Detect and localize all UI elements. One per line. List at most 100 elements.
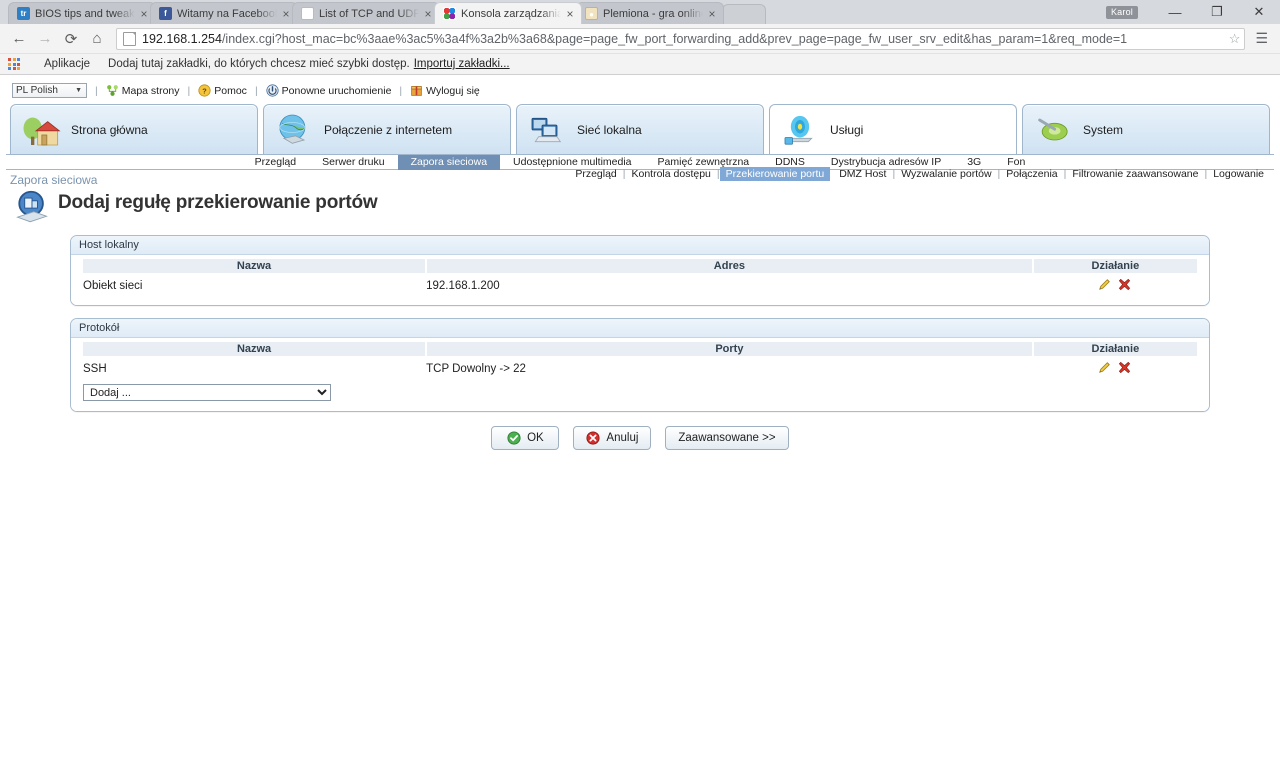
delete-x-icon[interactable] <box>1117 360 1132 375</box>
main-tab-lan[interactable]: Sieć lokalna <box>516 104 764 154</box>
minimize-icon[interactable]: — <box>1154 0 1196 24</box>
tab-title: Witamy na Facebooku. Za <box>177 7 279 20</box>
cancel-x-icon <box>586 431 600 445</box>
tab-close-icon[interactable]: × <box>137 8 151 20</box>
bookmarks-hint: Dodaj tutaj zakładki, do których chcesz … <box>108 58 410 70</box>
user-badge[interactable]: Karol <box>1105 5 1138 19</box>
main-tab-label: Strona główna <box>71 122 148 137</box>
main-tab-internet[interactable]: Połączenie z internetem <box>263 104 511 154</box>
main-tab-home[interactable]: Strona główna <box>10 104 258 154</box>
plemiona-icon: ● <box>585 7 598 20</box>
cell-name: Obiekt sieci <box>83 280 143 292</box>
restart-link[interactable]: Ponowne uruchomienie <box>266 84 391 97</box>
page-title: Dodaj regułę przekierowanie portów <box>58 192 378 213</box>
subnav-item-serwer-druku[interactable]: Serwer druku <box>309 155 397 170</box>
cell-ports: TCP Dowolny -> 22 <box>426 363 526 375</box>
table-row-add: Dodaj ... <box>83 380 1197 403</box>
url-path: /index.cgi?host_mac=bc%3aae%3ac5%3a4f%3a… <box>221 31 1128 46</box>
col-nazwa: Nazwa <box>83 342 428 356</box>
panel-body: Nazwa Adres Działanie Obiekt sieci 192.1… <box>71 255 1209 305</box>
main-tab-label: Sieć lokalna <box>577 122 642 137</box>
fwnav-przeglad[interactable]: Przegląd <box>569 167 622 181</box>
panel-heading: Host lokalny <box>71 236 1209 255</box>
apps-shortcut[interactable] <box>8 58 26 70</box>
tab-close-icon[interactable]: × <box>421 8 435 20</box>
sitemap-icon <box>106 85 118 96</box>
logout-link[interactable]: Wyloguj się <box>410 84 480 97</box>
router-utility-bar: PL Polish ▼ | Mapa strony | ? Pomoc | Po… <box>0 75 1280 102</box>
main-tab-services[interactable]: Usługi <box>769 104 1017 154</box>
fwnav-kontrola-dostepu[interactable]: Kontrola dostępu <box>626 167 717 181</box>
restart-icon <box>266 84 279 97</box>
sitemap-label: Mapa strony <box>121 84 180 97</box>
home-icon[interactable]: ⌂ <box>84 26 110 52</box>
help-label: Pomoc <box>214 84 247 97</box>
fwnav-filtrowanie-zaawansowane[interactable]: Filtrowanie zaawansowane <box>1066 167 1204 181</box>
subnav-item-przeglad[interactable]: Przegląd <box>242 155 309 170</box>
maximize-icon[interactable]: ❐ <box>1196 0 1238 24</box>
ok-label: OK <box>527 432 544 444</box>
fwnav-przekierowanie-portu[interactable]: Przekierowanie portu <box>719 167 831 181</box>
col-porty: Porty <box>426 342 1034 356</box>
tab-title: BIOS tips and tweaks for <box>35 7 137 20</box>
system-icon <box>1038 118 1068 140</box>
firewall-icon <box>16 190 48 223</box>
advanced-label: Zaawansowane >> <box>678 432 776 444</box>
fwnav-polaczenia[interactable]: Połączenia <box>1000 167 1063 181</box>
panel-host-lokalny: Host lokalny Nazwa Adres Działanie Obiek… <box>70 235 1210 306</box>
advanced-button[interactable]: Zaawansowane >> <box>665 426 789 450</box>
fwnav-dmz-host[interactable]: DMZ Host <box>833 167 892 181</box>
panel-heading: Protokół <box>71 319 1209 338</box>
language-selector[interactable]: PL Polish ▼ <box>12 83 87 98</box>
import-bookmarks-link[interactable]: Importuj zakładki... <box>414 58 510 70</box>
forward-icon[interactable]: → <box>32 26 58 52</box>
bookmarks-bar: Aplikacje Dodaj tutaj zakładki, do który… <box>0 54 1280 75</box>
divider: | <box>95 84 98 97</box>
tab-close-icon[interactable]: × <box>279 8 293 20</box>
row-actions <box>1097 277 1132 292</box>
browser-tab-3[interactable]: Konsola zarządzania NETI × <box>434 2 582 24</box>
router-content: Host lokalny Nazwa Adres Działanie Obiek… <box>0 235 1280 450</box>
protocol-table: Nazwa Porty Działanie SSH TCP Dowolny ->… <box>83 342 1197 403</box>
home-icon <box>23 117 61 145</box>
apps-label[interactable]: Aplikacje <box>44 58 90 70</box>
browser-tab-1[interactable]: f Witamy na Facebooku. Za × <box>150 2 298 24</box>
bookmark-star-icon[interactable]: ☆ <box>1229 31 1241 47</box>
table-row: Obiekt sieci 192.168.1.200 <box>83 273 1197 297</box>
browser-tab-0[interactable]: tr BIOS tips and tweaks for × <box>8 2 156 24</box>
logout-icon <box>411 86 422 96</box>
help-link[interactable]: ? Pomoc <box>198 84 247 97</box>
chevron-down-icon: ▼ <box>75 87 82 94</box>
back-icon[interactable]: ← <box>6 26 32 52</box>
tab-title: List of TCP and UDP port <box>319 7 421 20</box>
browser-tab-2[interactable]: W List of TCP and UDP port × <box>292 2 440 24</box>
edit-pencil-icon[interactable] <box>1097 277 1112 292</box>
sitemap-link[interactable]: Mapa strony <box>106 84 180 97</box>
window-controls: Karol — ❐ ✕ <box>1105 0 1280 24</box>
delete-x-icon[interactable] <box>1117 277 1132 292</box>
menu-icon[interactable]: ☰ <box>1249 30 1274 47</box>
browser-tabstrip: tr BIOS tips and tweaks for × f Witamy n… <box>0 0 1280 24</box>
tab-close-icon[interactable]: × <box>705 8 719 20</box>
cancel-button[interactable]: Anuluj <box>573 426 652 450</box>
main-tab-system[interactable]: System <box>1022 104 1270 154</box>
main-tab-label: System <box>1083 122 1124 137</box>
subnav-item-zapora-sieciowa[interactable]: Zapora sieciowa <box>397 154 501 170</box>
browser-tab-4[interactable]: ● Plemiona - gra online × <box>576 2 724 24</box>
new-tab-button[interactable] <box>722 4 766 24</box>
tab-close-icon[interactable]: × <box>563 8 577 20</box>
ok-button[interactable]: OK <box>491 426 560 450</box>
reload-icon[interactable]: ⟳ <box>58 26 84 52</box>
facebook-icon: f <box>159 7 172 20</box>
url-text: 192.168.1.254/index.cgi?host_mac=bc%3aae… <box>142 32 1227 46</box>
fwnav-wyzwalanie-portow[interactable]: Wyzwalanie portów <box>895 167 997 181</box>
add-protocol-select[interactable]: Dodaj ... <box>83 384 331 401</box>
router-page: PL Polish ▼ | Mapa strony | ? Pomoc | Po… <box>0 75 1280 742</box>
close-icon[interactable]: ✕ <box>1238 0 1280 24</box>
host-table: Nazwa Adres Działanie Obiekt sieci 192.1… <box>83 259 1197 297</box>
address-bar[interactable]: 192.168.1.254/index.cgi?host_mac=bc%3aae… <box>116 27 1246 50</box>
fwnav-logowanie[interactable]: Logowanie <box>1207 167 1270 181</box>
col-dzialanie: Działanie <box>1032 342 1197 356</box>
edit-pencil-icon[interactable] <box>1097 360 1112 375</box>
services-icon <box>784 115 813 145</box>
